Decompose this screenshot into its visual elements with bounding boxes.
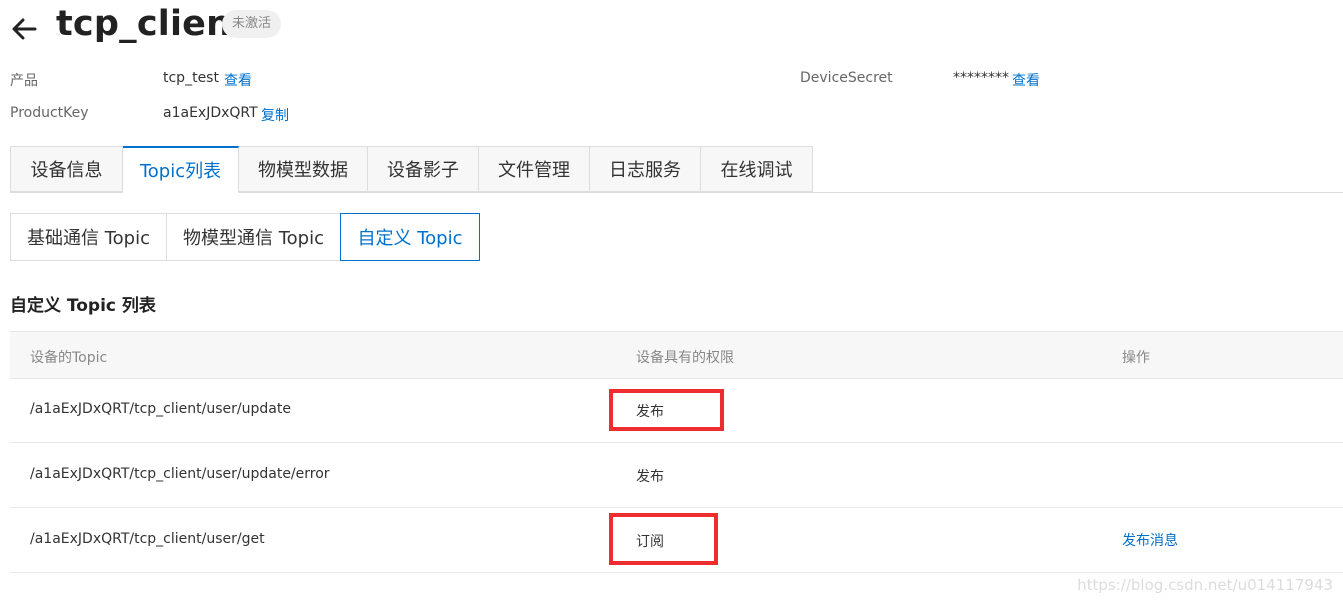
product-label: 产品 (10, 73, 38, 89)
tab-log-service[interactable]: 日志服务 (590, 146, 701, 192)
sub-tabs: 基础通信 Topic 物模型通信 Topic 自定义 Topic (10, 213, 480, 261)
page-title: tcp_client (56, 4, 249, 44)
arrow-left-icon[interactable] (10, 14, 38, 42)
product-view-link[interactable]: 查看 (224, 70, 252, 90)
topic-cell: /a1aExJDxQRT/tcp_client/user/get (30, 531, 265, 547)
column-header-topic: 设备的Topic (30, 350, 108, 366)
tab-online-debug[interactable]: 在线调试 (701, 146, 813, 192)
productkey-copy-link[interactable]: 复制 (261, 105, 289, 125)
permission-cell: 发布 (636, 469, 664, 485)
publish-message-link[interactable]: 发布消息 (1122, 530, 1178, 550)
table-row: /a1aExJDxQRT/tcp_client/user/update/erro… (10, 443, 1343, 508)
column-header-action: 操作 (1122, 350, 1150, 366)
devicesecret-value: ******** (953, 70, 1009, 86)
subtab-custom-topic[interactable]: 自定义 Topic (340, 213, 480, 261)
table-header: 设备的Topic 设备具有的权限 操作 (10, 331, 1343, 379)
subtab-thing-model-topic[interactable]: 物模型通信 Topic (167, 213, 341, 261)
topic-cell: /a1aExJDxQRT/tcp_client/user/update/erro… (30, 466, 330, 482)
highlight-box (609, 513, 718, 565)
section-title: 自定义 Topic 列表 (10, 296, 156, 316)
highlight-box (609, 389, 724, 431)
tab-device-shadow[interactable]: 设备影子 (368, 146, 479, 192)
topic-cell: /a1aExJDxQRT/tcp_client/user/update (30, 401, 291, 417)
devicesecret-label: DeviceSecret (800, 70, 893, 86)
productkey-label: ProductKey (10, 105, 89, 121)
watermark: https://blog.csdn.net/u014117943 (1077, 576, 1333, 594)
status-badge: 未激活 (222, 10, 282, 38)
main-tabs: 设备信息 Topic列表 物模型数据 设备影子 文件管理 日志服务 在线调试 (10, 146, 813, 193)
devicesecret-view-link[interactable]: 查看 (1012, 70, 1040, 90)
productkey-value: a1aExJDxQRT (163, 105, 258, 121)
tab-file-management[interactable]: 文件管理 (479, 146, 590, 192)
tab-topic-list[interactable]: Topic列表 (123, 146, 239, 193)
column-header-permission: 设备具有的权限 (636, 350, 734, 366)
tab-device-info[interactable]: 设备信息 (10, 146, 123, 192)
product-value: tcp_test (163, 70, 219, 86)
tab-thing-model-data[interactable]: 物模型数据 (239, 146, 368, 192)
subtab-basic-topic[interactable]: 基础通信 Topic (10, 213, 167, 261)
